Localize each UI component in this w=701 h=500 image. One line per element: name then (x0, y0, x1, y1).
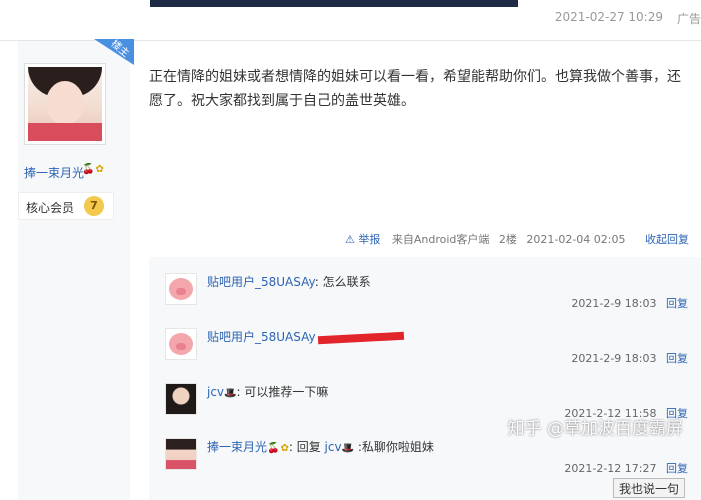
reply-text: : 怎么联系 (314, 275, 371, 289)
reply-button[interactable]: 回复 (666, 462, 688, 475)
cherry-icon: 🍒 (82, 164, 95, 175)
author-name-link[interactable]: 捧一束月光 (24, 164, 84, 181)
reply-meta: 2021-2-9 18:03 回复 (571, 295, 688, 311)
reply-meta: 2021-2-9 18:03 回复 (571, 350, 688, 366)
post-floor: 2楼 (498, 233, 517, 246)
post-tail: ⚠ 举报 来自Android客户端 2楼 2021-02-04 02:05 收起… (345, 231, 689, 247)
post-source: 来自Android客户端 (391, 233, 490, 246)
author-avatar[interactable] (24, 63, 106, 145)
reply-button[interactable]: 回复 (666, 352, 688, 365)
reply-item: 贴吧用户_58UASAy 2021-2-9 18:03 回复 (149, 320, 701, 376)
reply-item: 贴吧用户_58UASAy: 怎么联系 2021-2-9 18:03 回复 (149, 265, 701, 321)
reply-button[interactable]: 回复 (666, 297, 688, 310)
level-star-icon: 7 (84, 196, 104, 216)
reply-line: 贴吧用户_58UASAy: 怎么联系 (207, 273, 371, 290)
report-link[interactable]: 举报 (358, 233, 380, 246)
previous-post-strip: 2021-02-27 10:29 广告 (0, 0, 701, 41)
reply-target-link[interactable]: jcv (325, 440, 342, 454)
reply-prefix: : 回复 (288, 440, 325, 454)
reply-username-link[interactable]: jcv (207, 385, 224, 399)
reply-text: : 可以推荐一下嘛 (236, 385, 329, 399)
flower-icon: ✿ (280, 443, 289, 454)
author-badges: 🍒✿ (82, 164, 104, 175)
member-label: 核心会员 (26, 201, 75, 215)
redaction-mark (317, 331, 404, 344)
dark-avatar-icon[interactable] (165, 383, 197, 415)
post-content: 正在情降的姐妹或者想情降的姐妹可以看一看，希望能帮助你们。也算我做个善事，还愿了… (149, 69, 681, 109)
say-something-button[interactable]: 我也说一句 (613, 478, 685, 498)
reply-text: :私聊你啦姐妹 (354, 440, 434, 454)
collapse-replies-link[interactable]: 收起回复 (645, 233, 689, 246)
flower-icon: ✿ (95, 164, 104, 175)
warning-icon: ⚠ (344, 233, 355, 246)
previous-image-edge (150, 0, 518, 7)
reply-username-link[interactable]: 捧一束月光 (207, 440, 267, 454)
pig-avatar-icon[interactable] (165, 273, 197, 305)
reply-meta: 2021-2-12 17:27 回复 (564, 460, 688, 476)
reply-line: 捧一束月光🍒✿: 回复 jcv🎩 :私聊你啦姐妹 (207, 438, 434, 455)
reply-line: jcv🎩: 可以推荐一下嘛 (207, 383, 328, 400)
reply-time: 2021-2-9 18:03 (571, 352, 657, 365)
reply-username-link[interactable]: 贴吧用户_58UASAy (207, 275, 315, 289)
zhihu-watermark: 知乎 @草加波百度霸屏 (507, 419, 683, 439)
girl-avatar-icon[interactable] (165, 438, 197, 470)
reply-time: 2021-2-9 18:03 (571, 297, 657, 310)
reply-username-link[interactable]: 贴吧用户_58UASAy (207, 330, 316, 344)
post-time: 2021-02-04 02:05 (526, 233, 626, 246)
louzhu-badge: 楼主 (94, 39, 134, 65)
reply-list: 贴吧用户_58UASAy: 怎么联系 2021-2-9 18:03 回复 贴吧用… (149, 257, 701, 500)
reply-line: 贴吧用户_58UASAy (207, 328, 404, 345)
member-hat-icon: 🎩 (341, 443, 355, 454)
member-hat-icon: 🎩 (224, 388, 237, 399)
reply-time: 2021-2-12 17:27 (564, 462, 657, 475)
pig-avatar-icon[interactable] (165, 328, 197, 360)
author-avatar-image (28, 67, 102, 141)
cherry-icon: 🍒 (267, 443, 280, 454)
previous-post-date: 2021-02-27 10:29 (554, 10, 663, 24)
ad-label: 广告 (676, 12, 701, 26)
member-level-box: 核心会员 7 (18, 192, 114, 220)
